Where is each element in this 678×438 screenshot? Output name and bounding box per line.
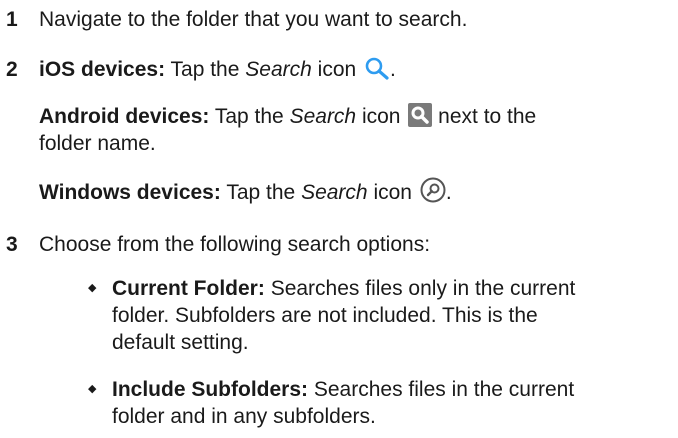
search-circle-icon xyxy=(420,177,446,210)
windows-label: Windows devices: xyxy=(39,181,221,204)
android-post: icon xyxy=(356,105,401,128)
option-line1: Searches files only in the current xyxy=(270,277,576,300)
option-label: Current Folder: xyxy=(112,277,265,300)
search-magnifier-icon xyxy=(364,56,390,87)
bullet-diamond-icon: ◆ xyxy=(88,383,97,395)
option-line1: Searches files in the current xyxy=(313,378,575,401)
ios-tail: . xyxy=(390,58,396,81)
ios-post: icon xyxy=(311,58,357,81)
step-2-windows: Windows devices: Tap the Search icon . xyxy=(39,177,669,210)
option-line2: folder and in any subfolders. xyxy=(112,405,376,428)
windows-pre: Tap the xyxy=(226,181,302,204)
option-include-subfolders: Include Subfolders: Searches files in th… xyxy=(112,376,672,403)
android-search-em: Search xyxy=(289,105,357,128)
ios-label: iOS devices: xyxy=(39,58,166,81)
ios-pre: Tap the xyxy=(170,58,246,81)
android-after: next to the xyxy=(432,105,537,128)
step-number: 3 xyxy=(6,233,18,256)
ios-search-em: Search xyxy=(245,58,312,81)
windows-post: icon xyxy=(367,181,412,204)
step-1-text: Navigate to the folder that you want to … xyxy=(39,8,468,31)
step-2-ios: iOS devices: Tap the Search icon . xyxy=(39,56,669,87)
step-number: 2 xyxy=(6,58,18,81)
bullet-diamond-icon: ◆ xyxy=(88,282,97,294)
step-3-text: Choose from the following search options… xyxy=(39,233,431,256)
option-current-folder: Current Folder: Searches files only in t… xyxy=(112,275,672,302)
option-label: Include Subfolders: xyxy=(112,378,309,401)
windows-tail: . xyxy=(445,181,452,204)
step-number: 1 xyxy=(6,8,18,31)
instructions-page: 1 Navigate to the folder that you want t… xyxy=(0,0,678,438)
step-2-android-line2: folder name. xyxy=(39,132,156,155)
windows-search-em: Search xyxy=(301,181,368,204)
android-label: Android devices: xyxy=(39,105,210,128)
android-pre: Tap the xyxy=(214,105,290,128)
option-line2: folder. Subfolders are not included. Thi… xyxy=(112,304,538,327)
option-line3: default setting. xyxy=(112,331,249,354)
